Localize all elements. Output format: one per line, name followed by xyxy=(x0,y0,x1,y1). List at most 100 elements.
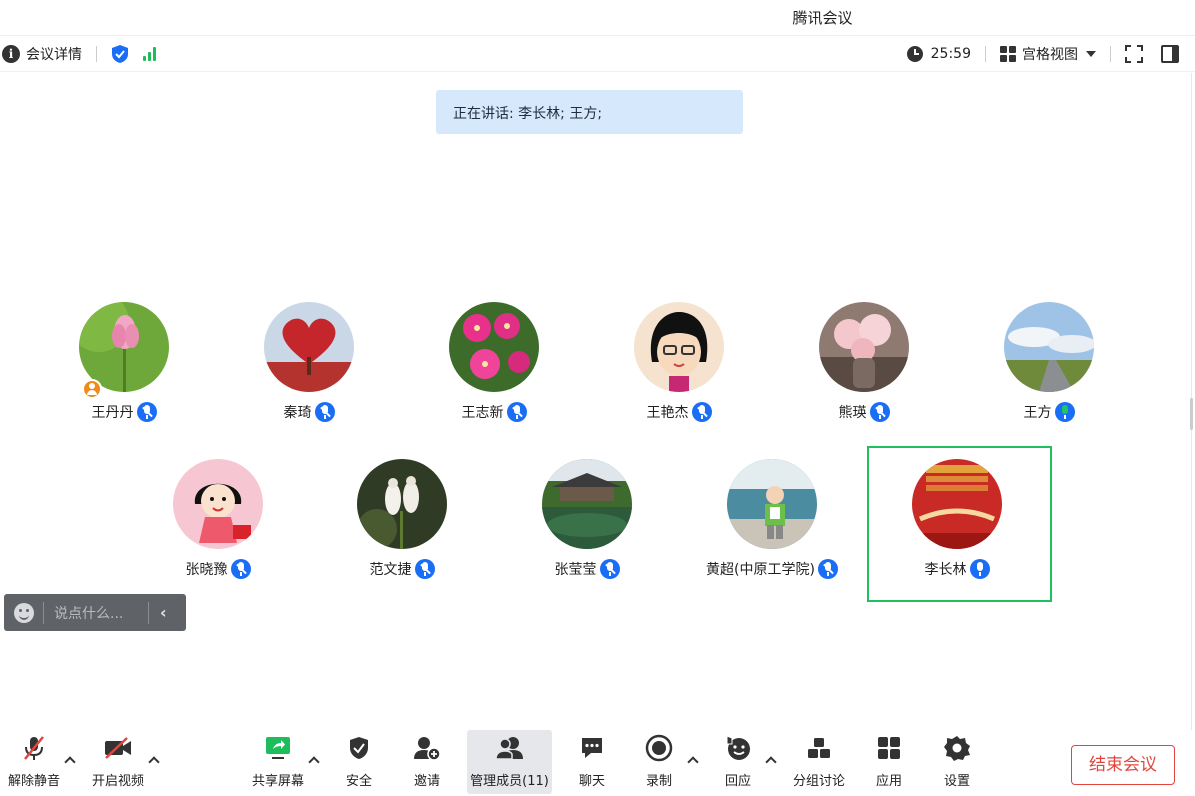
breakout-rooms-button[interactable]: 分组讨论 xyxy=(789,730,849,794)
apps-grid-icon xyxy=(878,737,900,759)
participant-name: 秦琦 xyxy=(283,405,312,421)
breakout-icon xyxy=(808,738,830,758)
chat-input[interactable]: 说点什么... xyxy=(54,603,148,623)
participant-tile[interactable]: 秦琦 xyxy=(229,302,389,432)
divider xyxy=(96,46,97,62)
participant-tile[interactable]: 王方 xyxy=(969,302,1129,432)
participant-name-row: 范文捷 xyxy=(322,559,482,579)
scrollbar-handle[interactable] xyxy=(1190,398,1193,430)
chevron-down-icon[interactable] xyxy=(1086,51,1096,57)
settings-button[interactable]: 设置 xyxy=(932,730,982,794)
chevron-up-icon[interactable] xyxy=(148,756,160,768)
participant-name-row: 黄超(中原工学院) xyxy=(692,559,852,579)
chat-icon xyxy=(582,738,602,758)
clock-icon xyxy=(906,46,923,62)
quick-chat-bar[interactable]: 说点什么... ‹ xyxy=(4,594,186,631)
participant-tile[interactable]: 张晓豫 xyxy=(138,459,298,589)
meeting-timer: 25:59 xyxy=(930,46,971,62)
emoji-icon[interactable] xyxy=(14,602,34,623)
chat-label: 聊天 xyxy=(578,774,605,789)
avatar xyxy=(634,302,724,392)
unmute-button[interactable]: 解除静音 xyxy=(4,730,64,794)
invite-label: 邀请 xyxy=(413,774,440,789)
grid-view-icon[interactable] xyxy=(1000,46,1016,62)
participant-name-row: 张莹莹 xyxy=(507,559,667,579)
participants-icon xyxy=(494,737,523,760)
divider xyxy=(1110,46,1111,62)
active-speaker-frame xyxy=(867,446,1052,602)
mic-off-icon xyxy=(24,736,44,760)
record-icon xyxy=(645,734,673,762)
info-right-group: 25:59 宫格视图 xyxy=(906,44,1195,64)
shield-check-icon xyxy=(350,737,368,759)
participant-tile[interactable]: 范文捷 xyxy=(322,459,482,589)
meeting-window: 腾讯会议 i 会议详情 25:59 宫格视图 正在讲话: 李长林; 王方; 王丹… xyxy=(0,0,1195,796)
participant-tile[interactable]: 张莹莹 xyxy=(507,459,667,589)
participant-name: 王志新 xyxy=(461,405,504,421)
chevron-up-icon[interactable] xyxy=(308,756,320,768)
meeting-details-link[interactable]: 会议详情 xyxy=(26,44,82,64)
gear-icon xyxy=(944,736,970,761)
fullscreen-icon[interactable] xyxy=(1125,45,1143,63)
participant-name-row: 王方 xyxy=(969,402,1129,422)
participant-name-row: 熊瑛 xyxy=(784,402,944,422)
participant-tile[interactable]: 熊瑛 xyxy=(784,302,944,432)
avatar xyxy=(542,459,632,549)
start-video-label: 开启视频 xyxy=(91,774,144,789)
avatar xyxy=(357,459,447,549)
network-signal-icon[interactable] xyxy=(143,47,156,61)
mic-speaking-icon xyxy=(1054,402,1075,422)
participant-name: 张晓豫 xyxy=(185,562,228,578)
video-off-icon xyxy=(105,737,131,759)
view-mode-dropdown[interactable]: 宫格视图 xyxy=(1022,44,1078,64)
add-user-icon xyxy=(414,737,441,761)
unmute-label: 解除静音 xyxy=(7,774,60,789)
title-bar: 腾讯会议 xyxy=(0,0,1195,36)
collapse-chevron-icon[interactable]: ‹ xyxy=(160,603,167,622)
chevron-up-icon[interactable] xyxy=(687,756,699,768)
settings-label: 设置 xyxy=(943,774,970,789)
mic-muted-icon xyxy=(506,402,527,422)
security-button[interactable]: 安全 xyxy=(334,730,384,794)
mic-muted-icon xyxy=(136,402,157,422)
share-screen-icon xyxy=(266,737,290,759)
participant-name-row: 王艳杰 xyxy=(599,402,759,422)
participant-name: 范文捷 xyxy=(369,562,412,578)
chevron-up-icon[interactable] xyxy=(64,756,76,768)
chevron-up-icon[interactable] xyxy=(765,756,777,768)
share-screen-button[interactable]: 共享屏幕 xyxy=(248,730,308,794)
start-video-button[interactable]: 开启视频 xyxy=(88,730,148,794)
divider xyxy=(43,601,44,624)
mic-muted-icon xyxy=(817,559,838,579)
mic-muted-icon xyxy=(599,559,620,579)
mic-muted-icon xyxy=(869,402,890,422)
avatar xyxy=(1004,302,1094,392)
participant-name: 熊瑛 xyxy=(838,405,867,421)
shield-check-icon[interactable] xyxy=(111,44,129,64)
info-icon[interactable]: i xyxy=(2,45,20,63)
side-panel-icon[interactable] xyxy=(1161,45,1179,63)
chat-button[interactable]: 聊天 xyxy=(567,730,617,794)
avatar xyxy=(264,302,354,392)
participant-tile[interactable]: 王艳杰 xyxy=(599,302,759,432)
mic-muted-icon xyxy=(314,402,335,422)
invite-button[interactable]: 邀请 xyxy=(402,730,452,794)
participant-name: 张莹莹 xyxy=(554,562,597,578)
divider xyxy=(985,46,986,62)
record-button[interactable]: 录制 xyxy=(634,730,684,794)
participant-name: 王方 xyxy=(1023,405,1052,421)
participant-name: 黄超(中原工学院) xyxy=(706,562,815,578)
emoji-reaction-icon xyxy=(726,735,750,760)
participant-tile[interactable]: 王志新 xyxy=(414,302,574,432)
divider xyxy=(148,601,149,624)
manage-participants-button[interactable]: 管理成员(11) xyxy=(467,730,552,794)
avatar xyxy=(727,459,817,549)
end-meeting-button[interactable]: 结束会议 xyxy=(1071,745,1175,785)
participant-tile[interactable]: 王丹丹 xyxy=(44,302,204,432)
host-icon xyxy=(82,379,102,399)
participant-tile[interactable]: 黄超(中原工学院) xyxy=(692,459,852,589)
react-button[interactable]: 回应 xyxy=(713,730,763,794)
react-label: 回应 xyxy=(724,774,751,789)
apps-button[interactable]: 应用 xyxy=(864,730,914,794)
participant-name-row: 王志新 xyxy=(414,402,574,422)
